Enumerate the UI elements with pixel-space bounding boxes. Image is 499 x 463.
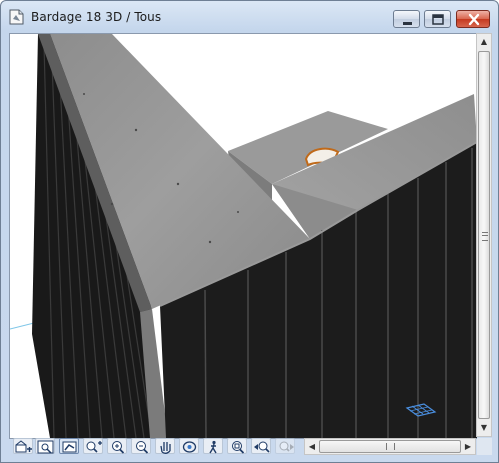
fit-in-window-button[interactable]: [35, 438, 55, 454]
view-settings-icon: [15, 440, 32, 453]
zoom-in-button[interactable]: [107, 438, 127, 454]
next-zoom-button[interactable]: [275, 438, 295, 454]
vertical-scrollbar[interactable]: ▲ ▼: [476, 33, 492, 437]
explore-walk-icon: [209, 440, 217, 454]
minimize-icon: [403, 22, 412, 25]
orbit-view-button[interactable]: [59, 438, 79, 454]
scroll-grip-h-icon: [386, 443, 395, 450]
scroll-down-arrow-icon[interactable]: ▼: [477, 420, 491, 436]
scroll-right-arrow-icon[interactable]: ▶: [461, 439, 475, 454]
explore-walk-button[interactable]: [203, 438, 223, 454]
view-settings-button[interactable]: [13, 438, 33, 454]
horizontal-scroll-thumb[interactable]: [319, 440, 461, 453]
window-title: Bardage 18 3D / Tous: [31, 10, 162, 24]
navigation-toolbar: [9, 437, 309, 456]
app-document-icon: [9, 9, 24, 25]
scroll-up-arrow-icon[interactable]: ▲: [477, 34, 491, 50]
maximize-button[interactable]: [424, 10, 451, 28]
minimize-button[interactable]: [393, 10, 420, 28]
horizontal-scrollbar[interactable]: ◀ ▶: [304, 438, 476, 455]
zoom-extents-icon: [232, 441, 245, 454]
vertical-scroll-thumb[interactable]: [478, 51, 490, 419]
zoom-in-icon: [112, 441, 125, 454]
zoom-out-icon: [136, 441, 149, 454]
zoom-window-button[interactable]: [83, 438, 103, 454]
previous-zoom-button[interactable]: [251, 438, 271, 454]
zoom-window-icon: [86, 441, 102, 453]
3d-scene: [10, 34, 477, 438]
window-3d-view: Bardage 18 3D / Tous ▲ ▼ ◀ ▶: [0, 0, 499, 463]
pan-hand-button[interactable]: [155, 438, 175, 454]
next-zoom-icon: [279, 441, 294, 452]
close-icon: [468, 13, 480, 26]
scroll-left-arrow-icon[interactable]: ◀: [305, 439, 319, 454]
3d-viewport[interactable]: [9, 33, 477, 439]
size-grip[interactable]: [477, 438, 492, 455]
orbit-button[interactable]: [179, 438, 199, 454]
scroll-grip-icon: [482, 232, 488, 241]
orbit-view-icon: [62, 441, 77, 453]
zoom-out-button[interactable]: [131, 438, 151, 454]
zoom-extents-button[interactable]: [227, 438, 247, 454]
maximize-icon: [432, 14, 444, 25]
title-bar[interactable]: Bardage 18 3D / Tous: [1, 1, 498, 33]
pan-hand-icon: [160, 442, 171, 454]
close-button[interactable]: [456, 10, 490, 28]
orbit-icon: [182, 441, 197, 453]
fit-in-window-icon: [37, 440, 54, 454]
previous-zoom-icon: [254, 441, 270, 453]
